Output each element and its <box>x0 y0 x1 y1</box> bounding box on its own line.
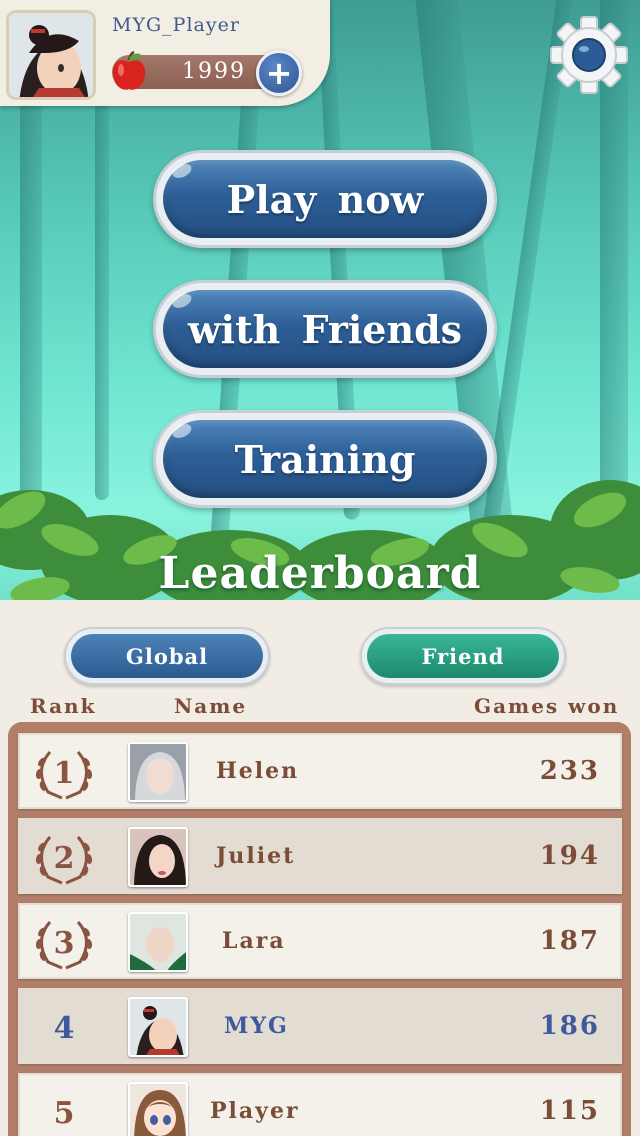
leaderboard-title: Leaderboard <box>158 548 482 599</box>
gear-icon[interactable] <box>548 14 630 96</box>
column-header-name: Name <box>174 694 248 718</box>
training-label: Training <box>234 436 416 482</box>
tab-friend-label: Friend <box>421 643 505 669</box>
player-name-cell: Helen <box>216 758 300 784</box>
apple-icon <box>112 50 146 90</box>
column-header-games-won: Games won <box>474 694 620 718</box>
player-name: MYG_Player <box>112 14 240 36</box>
column-header-rank: Rank <box>30 694 97 718</box>
player-name-cell: Player <box>210 1098 300 1124</box>
avatar <box>128 997 188 1057</box>
games-won-cell: 194 <box>539 841 600 871</box>
rank-number: 5 <box>53 1095 75 1131</box>
rank-number: 2 <box>53 840 75 876</box>
player-name-cell: Juliet <box>216 843 296 869</box>
rank-number: 1 <box>53 755 75 791</box>
rank-number: 3 <box>53 925 75 961</box>
table-row-current-player[interactable]: 4 MYG 186 <box>18 988 622 1064</box>
tab-friend[interactable]: Friend <box>360 627 566 685</box>
with-friends-button[interactable]: with Friends <box>153 280 497 378</box>
avatar <box>128 912 188 972</box>
play-now-label: Play now <box>226 176 424 222</box>
add-coins-button[interactable]: + <box>256 50 302 96</box>
games-won-cell: 233 <box>539 756 600 786</box>
table-row[interactable]: 3 Lara 187 <box>18 903 622 979</box>
plus-icon: + <box>265 54 293 92</box>
avatar <box>128 1082 188 1136</box>
tab-global[interactable]: Global <box>64 627 270 685</box>
table-row[interactable]: 2 Juliet 194 <box>18 818 622 894</box>
tab-global-label: Global <box>125 643 209 669</box>
player-name-cell: Lara <box>222 928 286 954</box>
player-name-cell: MYG <box>224 1013 289 1039</box>
avatar <box>128 827 188 887</box>
coin-value: 1999 <box>182 59 246 84</box>
games-won-cell: 115 <box>539 1096 600 1126</box>
table-row[interactable]: 1 Helen 233 <box>18 733 622 809</box>
avatar <box>128 742 188 802</box>
games-won-cell: 186 <box>539 1011 600 1041</box>
table-row[interactable]: 5 Player 115 <box>18 1073 622 1136</box>
player-avatar[interactable] <box>6 10 96 100</box>
play-now-button[interactable]: Play now <box>153 150 497 248</box>
rank-number: 4 <box>53 1010 75 1046</box>
profile-card: MYG_Player 1999 + <box>0 0 330 106</box>
training-button[interactable]: Training <box>153 410 497 508</box>
with-friends-label: with Friends <box>187 306 463 352</box>
games-won-cell: 187 <box>539 926 600 956</box>
